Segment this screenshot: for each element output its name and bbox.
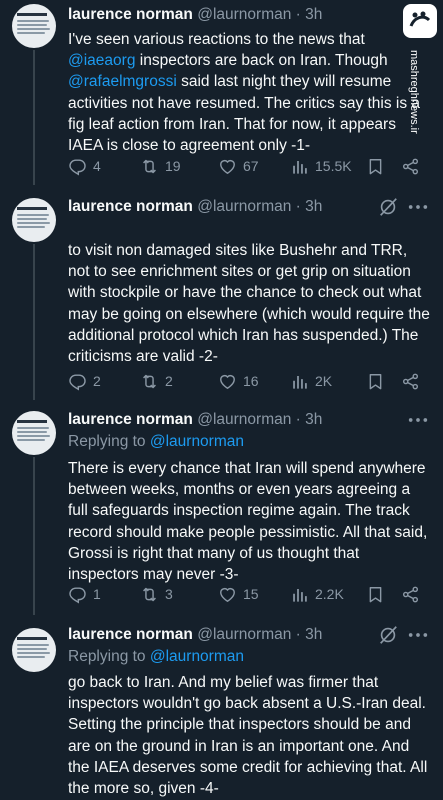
bookmark-icon <box>366 157 385 176</box>
reply-icon <box>68 372 87 391</box>
tweet-1[interactable]: laurence norman @laurnorman · 3h I've se… <box>0 0 443 185</box>
reply-button[interactable]: 2 <box>68 370 101 392</box>
bookmark-icon <box>366 372 385 391</box>
more-icon[interactable] <box>407 200 429 214</box>
replying-to: Replying to @laurnorman <box>68 648 244 665</box>
handle-time[interactable]: @laurnorman · 3h <box>197 198 322 215</box>
share-button[interactable] <box>401 370 420 392</box>
like-button[interactable]: 67 <box>218 155 259 177</box>
views-button[interactable]: 2.2K <box>290 583 344 605</box>
avatar[interactable] <box>12 411 56 455</box>
avatar[interactable] <box>12 198 56 242</box>
avatar[interactable] <box>12 628 56 672</box>
tweet-header: laurence norman @laurnorman · 3h <box>68 4 431 26</box>
like-button[interactable]: 16 <box>218 370 259 392</box>
share-button[interactable] <box>401 583 420 605</box>
bookmark-button[interactable] <box>366 583 385 605</box>
action-bar: 1 3 15 2.2K <box>68 583 430 605</box>
tweet-3[interactable]: laurence norman @laurnorman · 3h Replyin… <box>0 405 443 615</box>
like-icon <box>218 372 237 391</box>
avatar[interactable] <box>12 4 56 48</box>
action-bar: 2 2 16 2K <box>68 370 430 392</box>
more-icon[interactable] <box>407 628 429 642</box>
views-icon <box>290 585 309 604</box>
reply-button[interactable]: 1 <box>68 583 101 605</box>
views-button[interactable]: 2K <box>290 370 332 392</box>
share-icon <box>401 157 420 176</box>
views-icon <box>290 157 309 176</box>
author-name[interactable]: laurence norman <box>68 626 193 643</box>
repost-icon <box>140 157 159 176</box>
reply-icon <box>68 157 87 176</box>
grok-icon[interactable] <box>377 624 399 646</box>
bookmark-button[interactable] <box>366 370 385 392</box>
reply-icon <box>68 585 87 604</box>
share-icon <box>401 585 420 604</box>
handle-time[interactable]: @laurnorman · 3h <box>197 6 322 23</box>
repost-button[interactable]: 3 <box>140 583 173 605</box>
tweet-text: to visit non damaged sites like Bushehr … <box>68 242 430 366</box>
like-icon <box>218 157 237 176</box>
grok-icon[interactable] <box>377 196 399 218</box>
repost-icon <box>140 372 159 391</box>
views-button[interactable]: 15.5K <box>290 155 352 177</box>
reply-button[interactable]: 4 <box>68 155 101 177</box>
like-icon <box>218 585 237 604</box>
views-icon <box>290 372 309 391</box>
more-icon[interactable] <box>407 413 429 427</box>
tweet-4[interactable]: laurence norman @laurnorman · 3h Replyin… <box>0 620 443 800</box>
tweet-2[interactable]: laurence norman @laurnorman · 3h to visi… <box>0 190 443 400</box>
like-button[interactable]: 15 <box>218 583 259 605</box>
repost-button[interactable]: 19 <box>140 155 181 177</box>
tweet-text: There is every chance that Iran will spe… <box>68 460 428 584</box>
handle-time[interactable]: @laurnorman · 3h <box>197 411 322 428</box>
handle-time[interactable]: @laurnorman · 3h <box>197 626 322 643</box>
author-name[interactable]: laurence norman <box>68 198 193 215</box>
tweet-text: go back to Iran. And my belief was firme… <box>68 674 428 798</box>
mention-iaeaorg[interactable]: @iaeaorg <box>68 52 135 69</box>
repost-icon <box>140 585 159 604</box>
repost-button[interactable]: 2 <box>140 370 173 392</box>
bookmark-button[interactable] <box>366 155 385 177</box>
share-icon <box>401 372 420 391</box>
author-name[interactable]: laurence norman <box>68 6 193 23</box>
mention-rafaelmgrossi[interactable]: @rafaelmgrossi <box>68 73 177 90</box>
replying-to-mention[interactable]: @laurnorman <box>150 648 244 665</box>
bookmark-icon <box>366 585 385 604</box>
share-button[interactable] <box>401 155 420 177</box>
replying-to-mention[interactable]: @laurnorman <box>150 433 244 450</box>
replying-to: Replying to @laurnorman <box>68 433 244 450</box>
tweet-text: I've seen various reactions to the news … <box>68 31 421 155</box>
tweet-header: laurence norman @laurnorman · 3h <box>68 409 431 431</box>
author-name[interactable]: laurence norman <box>68 411 193 428</box>
action-bar: 4 19 67 15.5K <box>68 155 430 177</box>
